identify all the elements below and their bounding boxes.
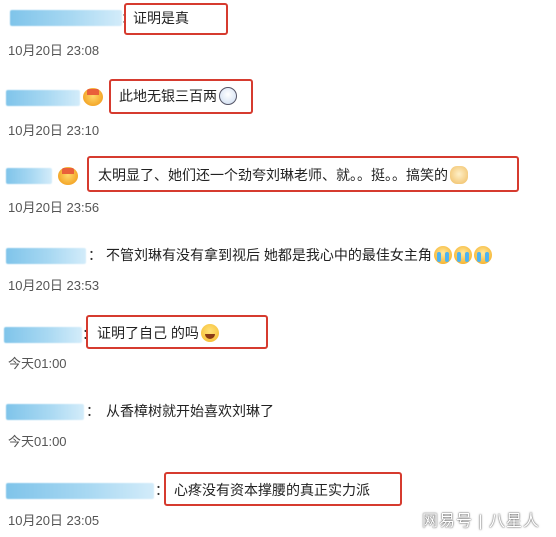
comment-time: 今天01:00 — [8, 434, 67, 449]
blurred-username — [6, 168, 52, 184]
blurred-username — [4, 327, 82, 343]
source-watermark: 网易号 | 八星人 — [421, 513, 540, 530]
comment-time: 今天01:00 — [8, 356, 67, 371]
shocked-face-emoji — [219, 87, 237, 105]
comment-text-content: 太明显了、她们还一个劲夸刘琳老师、就。。挺。。搞笑的 — [98, 167, 448, 183]
comment-time: 10月20日 23:05 — [8, 513, 100, 528]
crying-face-emoji — [433, 246, 452, 264]
comment-time: 10月20日 23:56 — [8, 200, 100, 215]
blurred-username — [6, 483, 154, 499]
comment-time: 10月20日 23:08 — [8, 43, 100, 58]
comment-text-content: 此地无银三百两 — [119, 88, 217, 104]
comment-time: 10月20日 23:10 — [8, 123, 100, 138]
comment-text: 不管刘琳有没有拿到视后 她都是我心中的最佳女主角 — [106, 246, 492, 264]
comment-text: 从香樟树就开始喜欢刘琳了 — [106, 403, 274, 419]
laughing-face-emoji — [200, 324, 219, 342]
comment-text: 证明了自己 的吗 — [97, 324, 219, 342]
crown-badge-icon — [58, 167, 78, 185]
dog-laugh-emoji — [450, 166, 468, 184]
comment-text-content: 不管刘琳有没有拿到视后 她都是我心中的最佳女主角 — [106, 247, 432, 263]
comment-colon: ： — [86, 403, 100, 419]
comment-colon: ： — [88, 247, 102, 263]
comment-text-content: 证明了自己 的吗 — [97, 325, 199, 341]
comment-text: 太明显了、她们还一个劲夸刘琳老师、就。。挺。。搞笑的 — [98, 166, 468, 184]
comment-text: 心疼没有资本撑腰的真正实力派 — [174, 482, 370, 498]
blurred-username — [6, 248, 86, 264]
blurred-username — [6, 90, 80, 106]
blurred-username — [10, 10, 122, 26]
blurred-username — [6, 404, 84, 420]
crying-face-emoji — [453, 246, 472, 264]
crown-badge-icon — [83, 88, 103, 106]
comment-text: 此地无银三百两 — [119, 87, 237, 105]
comment-time: 10月20日 23:53 — [8, 278, 100, 293]
crying-face-emoji — [473, 246, 492, 264]
comment-text: 证明是真 — [133, 10, 189, 26]
